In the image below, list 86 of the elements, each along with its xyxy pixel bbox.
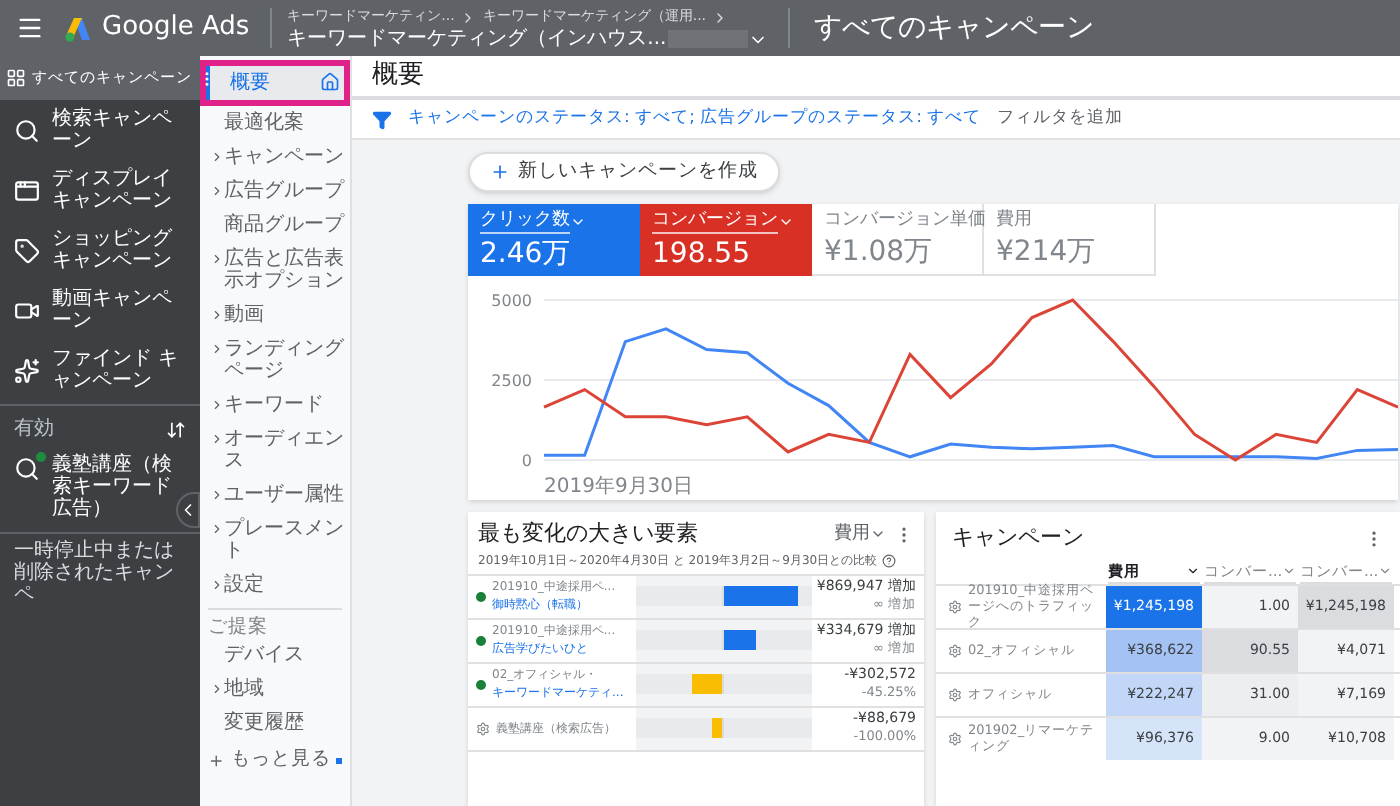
nav-item[interactable]: オーディエンス — [200, 422, 350, 478]
menu-icon[interactable] — [16, 14, 44, 42]
gear-icon — [948, 599, 962, 614]
caret-icon — [1378, 563, 1393, 578]
nav-item[interactable]: キーワード — [200, 388, 350, 422]
paused-campaigns-link[interactable]: 一時停止中または削除されたキャンペ — [0, 540, 200, 606]
nav-item[interactable]: ユーザー属性 — [200, 478, 350, 512]
axis-tick-label: 2500 — [491, 372, 532, 390]
expand-icon — [210, 308, 224, 322]
axis-tick-label: 5000 — [491, 292, 532, 310]
plus-icon — [490, 162, 510, 182]
axis-tick-label: 2019年9月30日 — [544, 476, 694, 498]
nav-item[interactable]: 広告と広告表示オプション — [200, 242, 350, 298]
plus-icon — [208, 751, 225, 770]
caret-icon — [570, 214, 586, 230]
redaction-bar — [668, 30, 749, 48]
window-icon — [14, 177, 40, 203]
campaign-type-item[interactable]: ディスプレイキャンペーン — [0, 160, 200, 220]
gear-icon — [948, 731, 962, 746]
search-icon — [14, 456, 40, 482]
nav-item[interactable]: 商品グループ — [200, 208, 350, 242]
campaign-type-item[interactable]: 動画キャンペーン — [0, 280, 200, 340]
nav-item[interactable]: 動画 — [200, 298, 350, 332]
logo-text: Google Ads — [102, 10, 250, 47]
gear-icon — [948, 643, 962, 658]
metric-value: 198.55 — [652, 236, 752, 274]
expand-icon — [210, 682, 224, 696]
campaign-type-item[interactable]: ショッピングキャンペーン — [0, 220, 200, 280]
nav-item[interactable]: 広告グループ — [200, 174, 350, 208]
add-filter-link[interactable]: フィルタを追加 — [997, 106, 1124, 132]
metric-value: 2.46万 — [480, 236, 573, 274]
caret-icon — [1282, 563, 1297, 578]
card-title: キャンペーン — [952, 522, 1084, 554]
campaign-type-item[interactable]: ファインド キャンペーン — [0, 340, 200, 400]
gear-icon — [948, 687, 962, 702]
gear-icon — [476, 721, 490, 735]
expand-icon — [210, 342, 224, 356]
filter-icon[interactable] — [372, 109, 392, 129]
nav-item[interactable]: デバイス — [200, 638, 350, 672]
expand-icon — [210, 432, 224, 446]
expand-icon — [210, 252, 224, 266]
section-label: 有効 — [14, 415, 54, 444]
help-icon[interactable] — [881, 553, 896, 567]
nav-item[interactable]: 地域 — [200, 672, 350, 706]
search-icon — [14, 117, 40, 143]
nav-item[interactable]: キャンペーン — [200, 140, 350, 174]
campaign-type-item[interactable]: 検索キャンペーン — [0, 100, 200, 160]
nav-item[interactable]: 変更履歴 — [200, 706, 350, 740]
expand-icon — [210, 150, 224, 164]
nav-item[interactable]: プレースメント — [200, 512, 350, 568]
caret-icon — [1186, 563, 1200, 578]
caret-icon — [778, 214, 794, 230]
nav-item[interactable]: 概要 — [206, 66, 344, 100]
metric-value: ¥214万 — [996, 234, 1098, 272]
expand-icon — [210, 184, 224, 198]
video-icon — [14, 297, 40, 323]
page-heading: 概要 — [372, 58, 424, 95]
filter-chip[interactable]: キャンペーンのステータス: すべて; 広告グループのステータス: すべて — [408, 106, 982, 132]
expand-icon — [210, 578, 224, 592]
collapse-button[interactable] — [176, 492, 200, 528]
expand-icon — [210, 522, 224, 536]
nav-item[interactable]: 最適化案 — [200, 106, 350, 140]
metric-tile[interactable]: クリック数 2.46万 — [468, 204, 640, 276]
metric-tile[interactable]: コンバージョン 198.55 — [640, 204, 812, 276]
sort-icon[interactable] — [166, 419, 186, 439]
metric-value: ¥1.08万 — [824, 234, 935, 272]
logo-icon — [64, 15, 92, 41]
sparkle-icon — [14, 357, 40, 383]
metric-tile[interactable]: コンバージョン単価 ¥1.08万 — [812, 204, 984, 276]
tag-icon — [14, 237, 40, 263]
expand-icon — [210, 488, 224, 502]
show-more-link[interactable]: もっと見る — [230, 746, 331, 775]
nav-section-header: ご提案 — [208, 616, 270, 638]
nav-item[interactable]: ランディングページ — [200, 332, 350, 388]
account-name[interactable]: キーワードマーケティング（インハウス... — [287, 28, 667, 50]
campaign-item[interactable]: 義塾講座（検索キーワード広告） — [0, 448, 200, 526]
axis-tick-label: 0 — [521, 452, 532, 470]
card-title: 最も変化の大きい要素 — [478, 518, 700, 550]
home-icon — [320, 72, 340, 92]
grid-icon — [6, 68, 26, 88]
metric-dropdown[interactable]: 費用 — [834, 521, 886, 548]
nav-item[interactable]: 設定 — [200, 568, 350, 602]
metric-tile[interactable]: 費用 ¥214万 — [984, 204, 1156, 276]
expand-icon — [210, 398, 224, 412]
new-campaign-button[interactable]: 新しいキャンペーンを作成 — [468, 152, 780, 192]
page-title: すべてのキャンペーン — [814, 9, 1095, 47]
